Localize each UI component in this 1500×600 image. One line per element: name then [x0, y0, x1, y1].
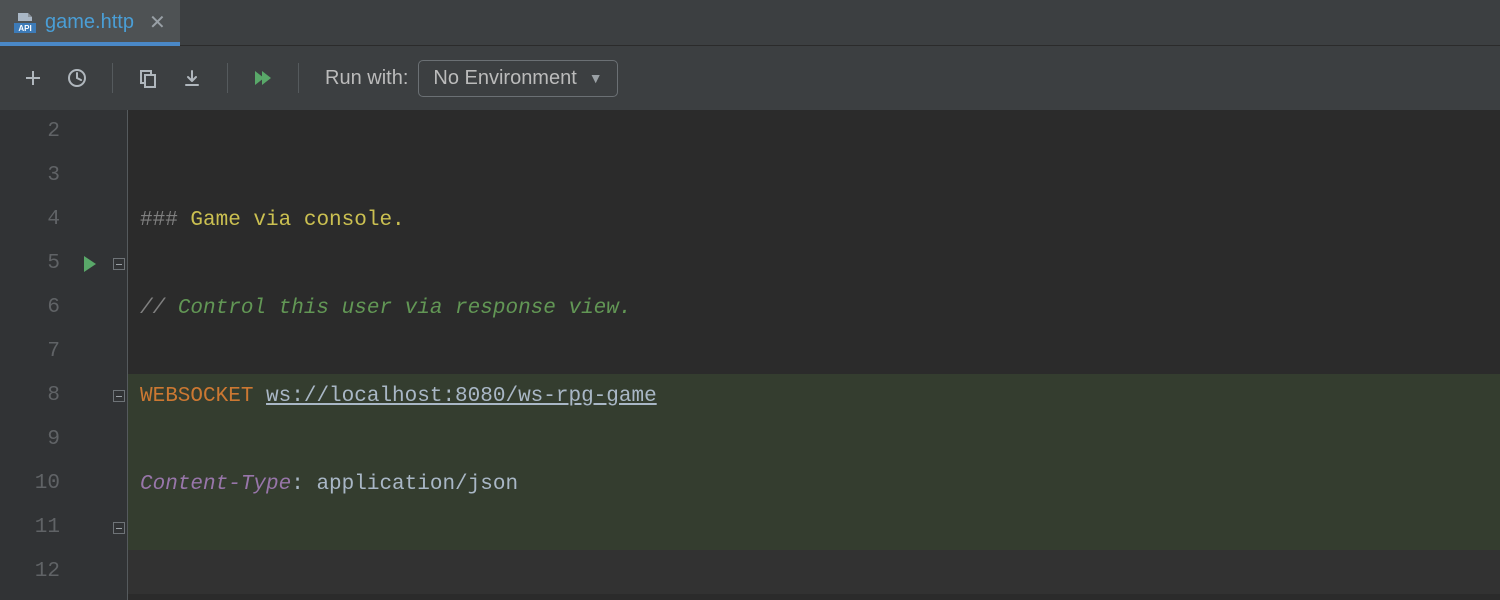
- run-gutter: [70, 110, 110, 600]
- gutter-icon-cell: [70, 110, 110, 154]
- code-line-text: ### Game via console.: [140, 209, 405, 232]
- code-editor[interactable]: 23456789101112 ### Game via console. // C…: [0, 110, 1500, 600]
- line-number: 6: [0, 286, 70, 330]
- code-line-text: Content-Type: application/json: [140, 473, 518, 496]
- add-button[interactable]: [16, 61, 50, 95]
- close-icon[interactable]: ✕: [149, 10, 166, 35]
- tab-bar: API game.http ✕: [0, 0, 1500, 46]
- fold-cell: [110, 154, 127, 198]
- line-number: 4: [0, 198, 70, 242]
- line-number: 8: [0, 374, 70, 418]
- fold-toggle-icon[interactable]: [113, 258, 125, 270]
- environment-select[interactable]: No Environment ▼: [418, 60, 617, 97]
- line-number: 5: [0, 242, 70, 286]
- history-button[interactable]: [60, 61, 94, 95]
- line-number: 7: [0, 330, 70, 374]
- run-request-icon[interactable]: [84, 256, 96, 272]
- fold-toggle-icon[interactable]: [113, 390, 125, 402]
- fold-toggle-icon[interactable]: [113, 522, 125, 534]
- import-button[interactable]: [175, 61, 209, 95]
- fold-cell: [110, 110, 127, 154]
- gutter-icon-cell: [70, 550, 110, 594]
- environment-selected-value: No Environment: [433, 67, 576, 90]
- toolbar-separator: [227, 63, 228, 93]
- line-number: 11: [0, 506, 70, 550]
- fold-cell: [110, 550, 127, 594]
- tab-game-http[interactable]: API game.http ✕: [0, 0, 180, 45]
- line-number: 10: [0, 462, 70, 506]
- fold-cell: [110, 198, 127, 242]
- gutter-icon-cell: [70, 198, 110, 242]
- gutter-icon-cell: [70, 286, 110, 330]
- fold-cell: [110, 286, 127, 330]
- tab-filename: game.http: [45, 11, 134, 34]
- toolbar-separator: [298, 63, 299, 93]
- gutter-icon-cell: [70, 506, 110, 550]
- code-line[interactable]: Content-Type: application/json: [140, 462, 1500, 506]
- gutter-icon-cell: [70, 418, 110, 462]
- code-line[interactable]: ### Game via console.: [140, 198, 1500, 242]
- code-line-text: // Control this user via response view.: [140, 297, 632, 320]
- gutter-icon-cell: [70, 242, 110, 286]
- gutter-icon-cell: [70, 330, 110, 374]
- gutter-icon-cell: [70, 374, 110, 418]
- code-line[interactable]: [140, 550, 1500, 594]
- editor-toolbar: Run with: No Environment ▼: [0, 46, 1500, 110]
- code-line[interactable]: WEBSOCKET ws://localhost:8080/ws-rpg-gam…: [140, 374, 1500, 418]
- svg-text:API: API: [18, 24, 31, 33]
- copy-button[interactable]: [131, 61, 165, 95]
- line-number: 3: [0, 154, 70, 198]
- code-line[interactable]: [140, 110, 1500, 154]
- code-line[interactable]: // Control this user via response view.: [140, 286, 1500, 330]
- fold-cell: [110, 374, 127, 418]
- fold-gutter: [110, 110, 128, 600]
- gutter-icon-cell: [70, 154, 110, 198]
- fold-cell: [110, 242, 127, 286]
- run-with-label: Run with:: [325, 67, 408, 90]
- api-file-icon: API: [14, 12, 36, 34]
- line-number: 9: [0, 418, 70, 462]
- gutter-icon-cell: [70, 462, 110, 506]
- fold-cell: [110, 462, 127, 506]
- run-all-button[interactable]: [246, 61, 280, 95]
- line-number: 12: [0, 550, 70, 594]
- code-area[interactable]: ### Game via console. // Control this use…: [128, 110, 1500, 600]
- line-number: 2: [0, 110, 70, 154]
- line-number-gutter: 23456789101112: [0, 110, 70, 600]
- toolbar-separator: [112, 63, 113, 93]
- code-line-text: WEBSOCKET ws://localhost:8080/ws-rpg-gam…: [140, 385, 657, 408]
- fold-cell: [110, 418, 127, 462]
- fold-cell: [110, 506, 127, 550]
- chevron-down-icon: ▼: [589, 70, 603, 86]
- fold-cell: [110, 330, 127, 374]
